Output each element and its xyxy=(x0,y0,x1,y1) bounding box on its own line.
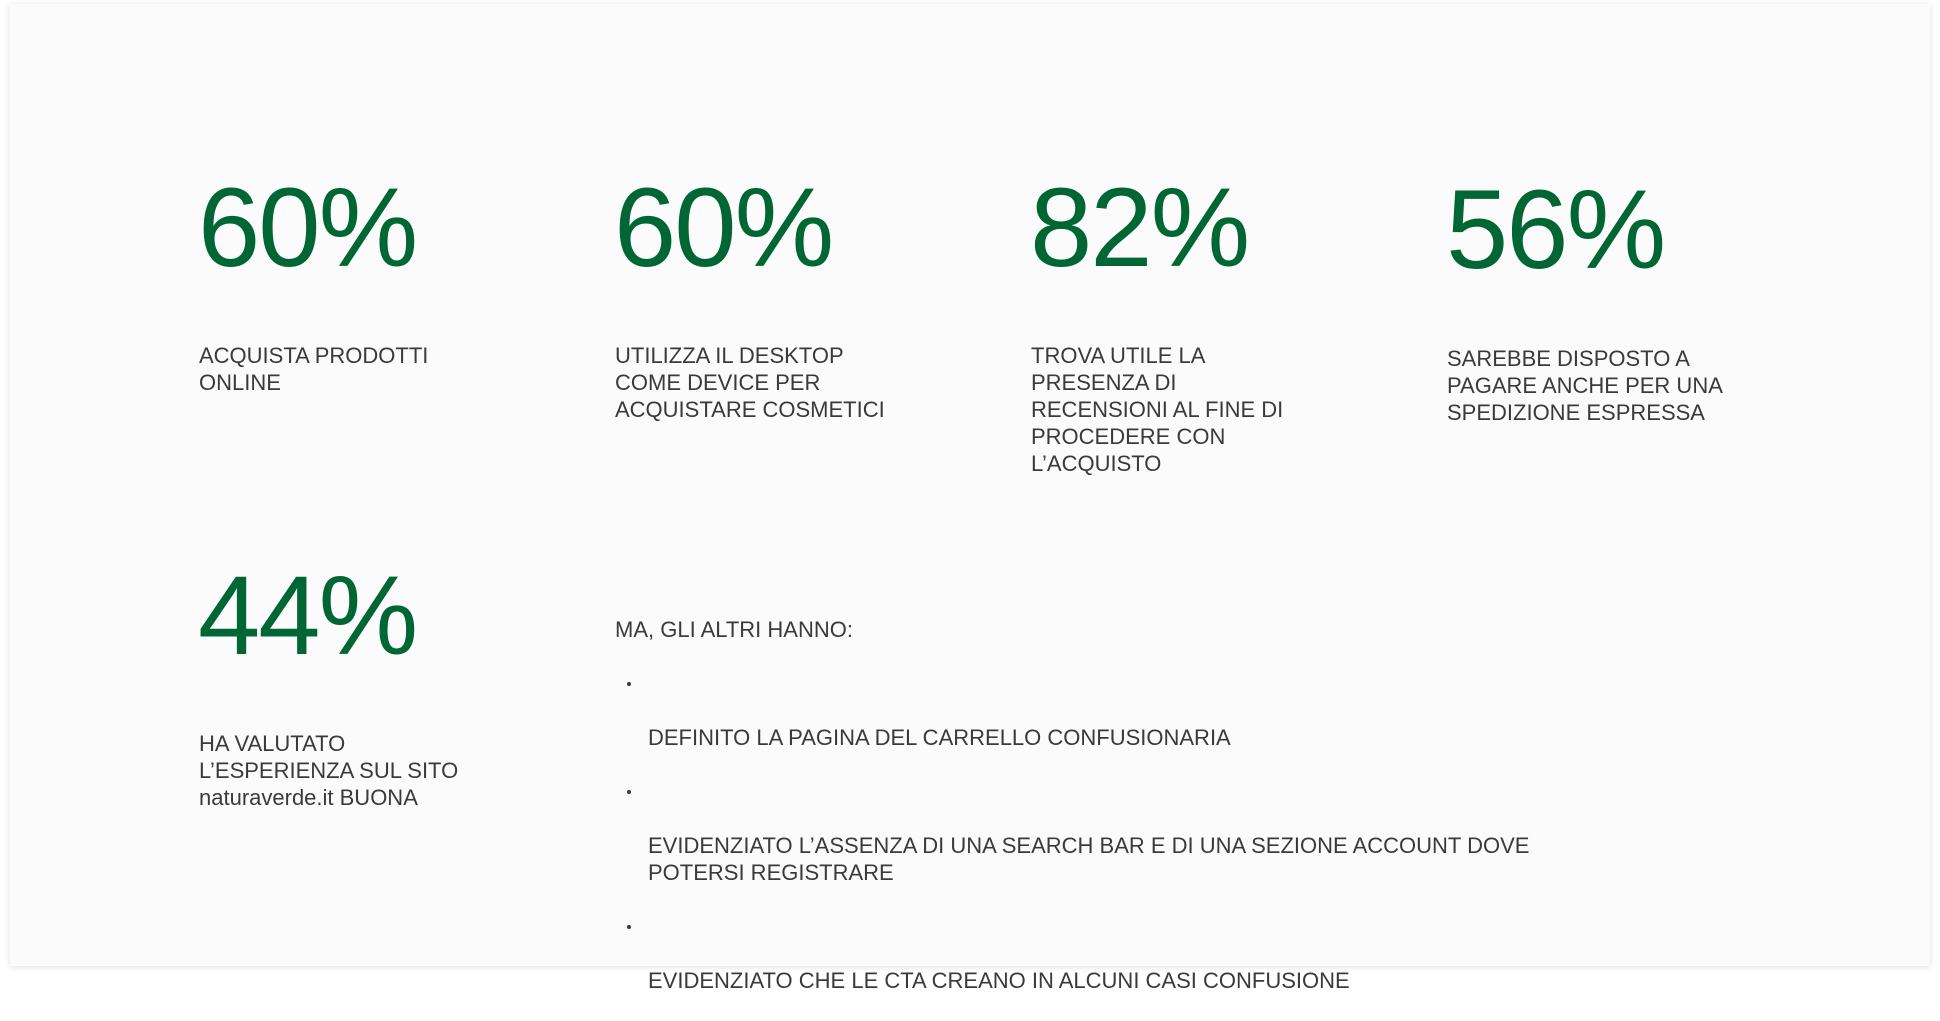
stat-percentage: 44% xyxy=(198,553,418,678)
feedback-list: DEFINITO LA PAGINA DEL CARRELLO CONFUSIO… xyxy=(615,670,1665,994)
others-feedback: MA, GLI ALTRI HANNO: DEFINITO LA PAGINA … xyxy=(615,616,1665,1021)
stat-desktop-device: 60% xyxy=(614,165,834,290)
list-item: EVIDENZIATO CHE LE CTA CREANO IN ALCUNI … xyxy=(615,913,1665,994)
list-item-text: DEFINITO LA PAGINA DEL CARRELLO CONFUSIO… xyxy=(648,725,1231,750)
bullet-icon xyxy=(627,790,631,794)
stat-description: TROVA UTILE LA PRESENZA DI RECENSIONI AL… xyxy=(1031,343,1284,476)
list-item-text: EVIDENZIATO CHE LE CTA CREANO IN ALCUNI … xyxy=(648,968,1350,993)
stat-percentage: 60% xyxy=(198,165,418,290)
stat-reviews-useful: 82% xyxy=(1030,165,1250,290)
stat-percentage: 60% xyxy=(614,165,834,290)
stat-description: UTILIZZA IL DESKTOP COME DEVICE PER ACQU… xyxy=(615,343,885,422)
list-item: DEFINITO LA PAGINA DEL CARRELLO CONFUSIO… xyxy=(615,670,1665,751)
stat-percentage: 82% xyxy=(1030,165,1250,290)
stat-percentage: 56% xyxy=(1446,167,1666,292)
list-item: EVIDENZIATO L’ASSENZA DI UNA SEARCH BAR … xyxy=(615,778,1665,886)
survey-results-card: 60% ACQUISTA PRODOTTI ONLINE 60% UTILIZZ… xyxy=(10,4,1930,993)
stat-site-experience: 44% xyxy=(198,553,418,678)
list-item-text: EVIDENZIATO L’ASSENZA DI UNA SEARCH BAR … xyxy=(648,833,1530,885)
bullet-icon xyxy=(627,682,631,686)
stat-online-purchase: 60% xyxy=(198,165,418,290)
stat-description: ACQUISTA PRODOTTI ONLINE xyxy=(199,343,429,395)
others-title: MA, GLI ALTRI HANNO: xyxy=(615,617,853,642)
stat-express-shipping: 56% xyxy=(1446,167,1666,292)
stat-description: SAREBBE DISPOSTO A PAGARE ANCHE PER UNA … xyxy=(1447,346,1723,425)
bullet-icon xyxy=(627,925,631,929)
stat-description: HA VALUTATO L’ESPERIENZA SUL SITO natura… xyxy=(199,731,459,810)
